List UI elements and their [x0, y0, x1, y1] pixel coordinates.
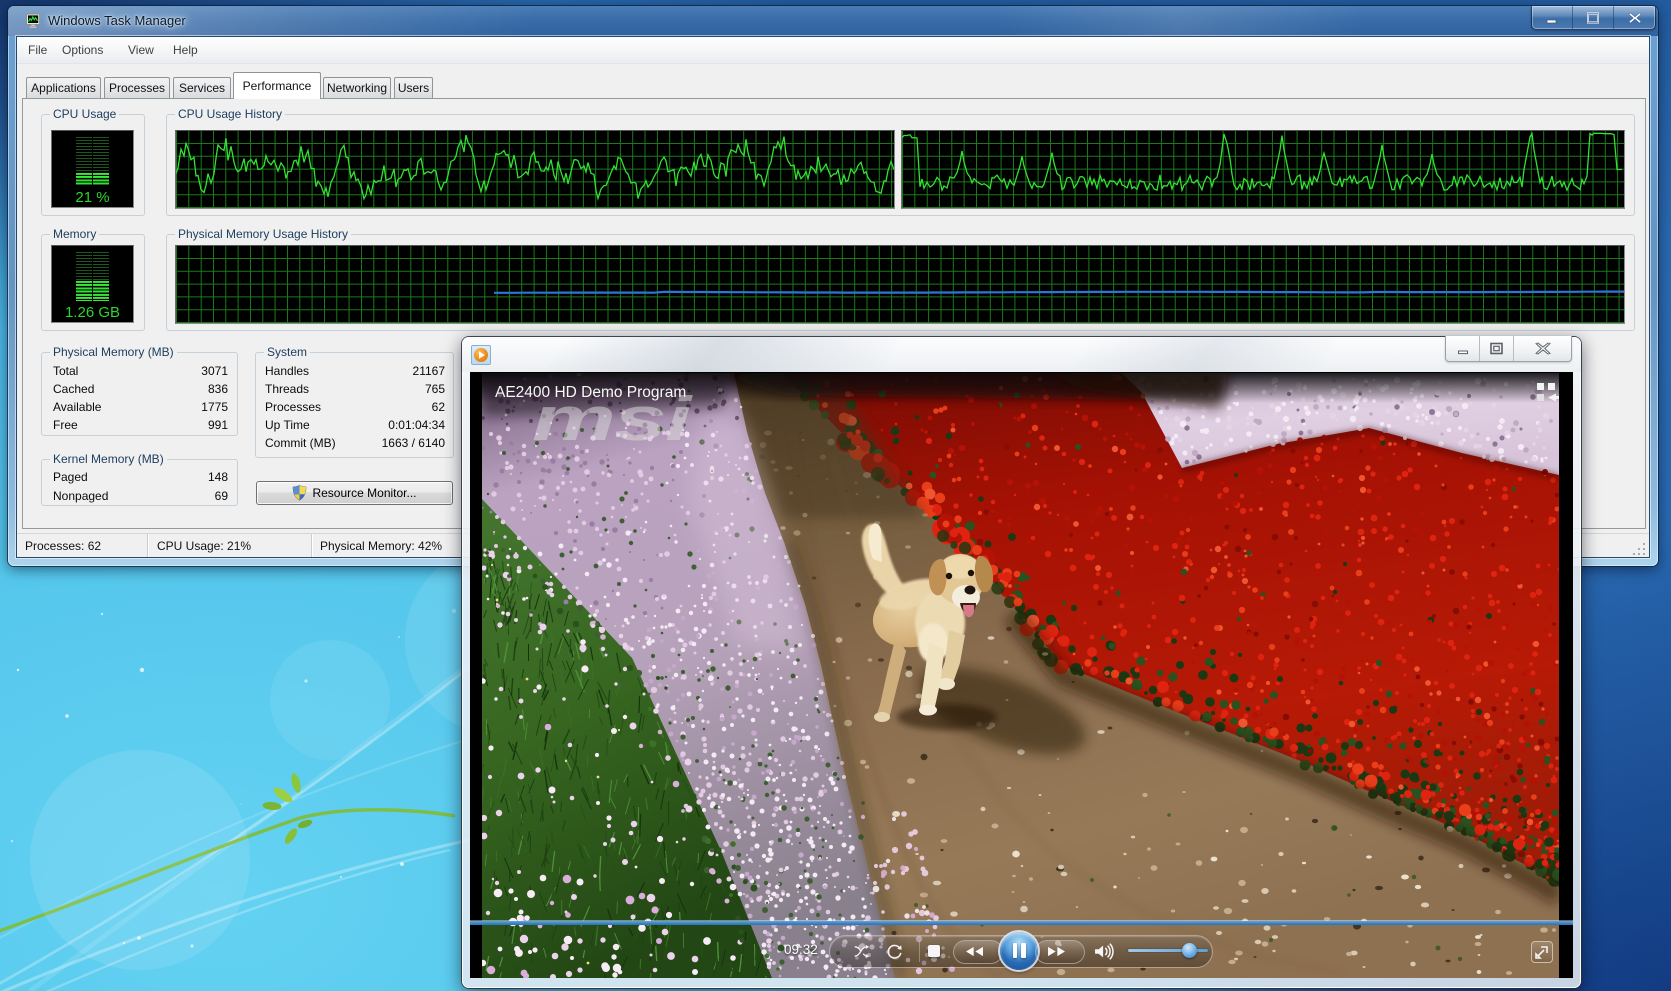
svg-text:msi: msi: [532, 384, 693, 453]
